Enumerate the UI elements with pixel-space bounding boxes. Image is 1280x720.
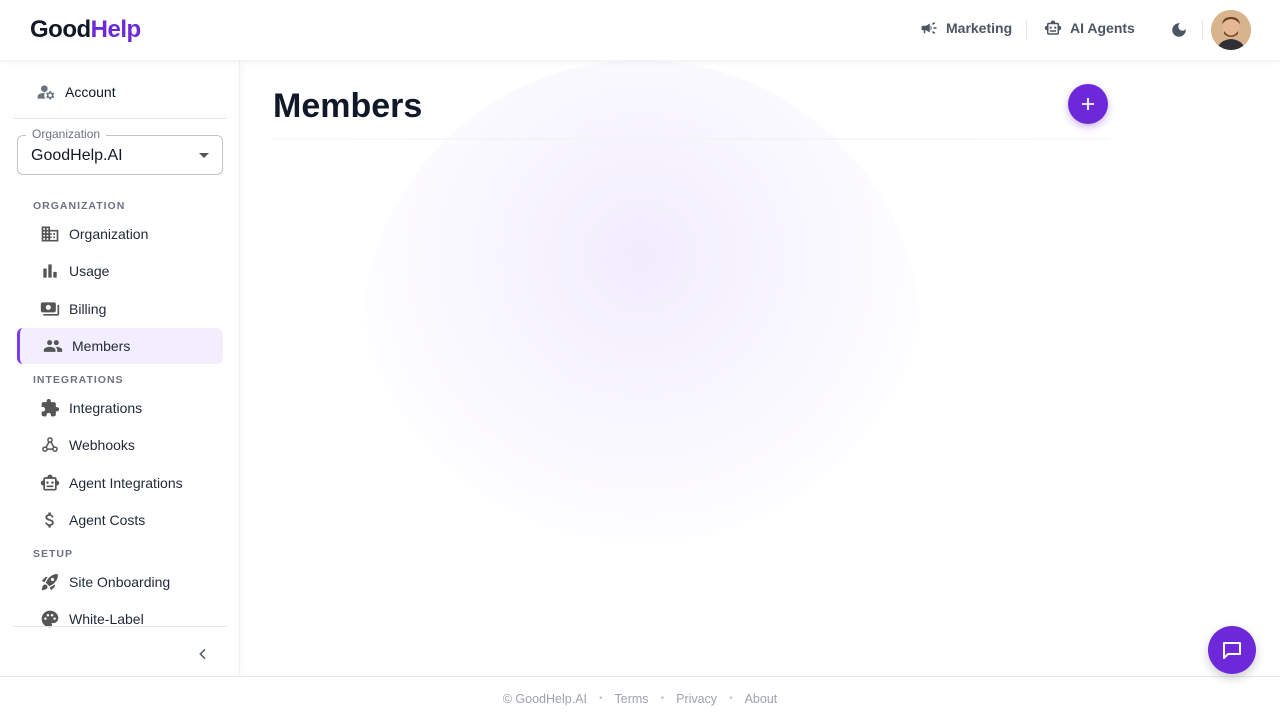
- plus-icon: [1082, 98, 1094, 110]
- sidebar-item-label: Agent Costs: [69, 512, 146, 528]
- sidebar-item-usage[interactable]: Usage: [40, 260, 109, 282]
- sidebar-divider: [13, 626, 227, 627]
- sidebar: Account Organization GoodHelp.AI ORGANIZ…: [0, 60, 240, 676]
- add-member-button[interactable]: [1068, 84, 1108, 124]
- sidebar-item-label: Webhooks: [69, 437, 135, 453]
- sidebar-item-billing[interactable]: Billing: [40, 298, 106, 320]
- megaphone-icon: [921, 22, 937, 34]
- robot-icon: [40, 474, 60, 491]
- puzzle-icon: [41, 398, 60, 417]
- logo-text-help: Help: [90, 16, 142, 43]
- sidebar-item-label: Agent Integrations: [69, 475, 183, 491]
- sidebar-item-site-onboarding[interactable]: Site Onboarding: [40, 571, 170, 593]
- organization-select-value: GoodHelp.AI: [31, 147, 123, 164]
- sidebar-item-label: Site Onboarding: [69, 574, 171, 590]
- robot-icon: [1044, 20, 1062, 35]
- chevron-left-icon: [199, 648, 206, 660]
- page-title: Members: [273, 87, 423, 125]
- chat-icon: [1223, 642, 1241, 659]
- moon-icon: [1172, 23, 1186, 37]
- logo-text-good: Good: [30, 16, 91, 43]
- sidebar-item-label: White-Label: [69, 611, 144, 627]
- caret-down-icon: [199, 153, 209, 158]
- section-title-organization: ORGANIZATION: [33, 200, 126, 212]
- nav-ai-agents[interactable]: AI Agents: [1044, 19, 1135, 37]
- nav-ai-agents-label: AI Agents: [1070, 20, 1135, 36]
- footer-link-privacy[interactable]: Privacy: [676, 692, 717, 706]
- sidebar-item-label: Members: [72, 338, 131, 354]
- sidebar-item-members[interactable]: Members: [17, 328, 223, 364]
- sidebar-item-agent-costs[interactable]: Agent Costs: [40, 509, 145, 531]
- section-title-integrations: INTEGRATIONS: [33, 374, 124, 386]
- sidebar-divider: [13, 118, 227, 119]
- sidebar-item-label: Billing: [69, 301, 107, 317]
- footer-separator: •: [660, 693, 665, 704]
- theme-toggle-button[interactable]: [1168, 19, 1190, 41]
- sidebar-item-account[interactable]: Account: [36, 82, 116, 102]
- top-header: GoodHelp Marketing AI Agents: [0, 0, 1280, 60]
- building-icon: [41, 226, 59, 242]
- user-avatar[interactable]: [1211, 10, 1251, 50]
- footer-separator: •: [599, 693, 603, 704]
- header-divider: [1202, 20, 1203, 40]
- billing-icon: [40, 302, 60, 316]
- sidebar-item-label: Organization: [69, 226, 149, 242]
- chat-widget-button[interactable]: [1208, 626, 1256, 674]
- webhook-icon: [42, 437, 58, 452]
- nav-marketing-label: Marketing: [946, 20, 1013, 36]
- footer-link-about[interactable]: About: [745, 692, 778, 706]
- rocket-icon: [41, 574, 58, 591]
- sidebar-item-webhooks[interactable]: Webhooks: [40, 434, 135, 456]
- organization-select-legend: Organization: [26, 127, 107, 141]
- goodhelp-logo[interactable]: GoodHelp: [30, 16, 141, 44]
- sidebar-item-integrations[interactable]: Integrations: [40, 397, 142, 419]
- collapse-sidebar-button[interactable]: [194, 645, 212, 663]
- bar-chart-icon: [43, 264, 57, 278]
- sidebar-item-organization[interactable]: Organization: [40, 223, 148, 245]
- user-settings-icon: [37, 85, 55, 100]
- organization-select[interactable]: Organization GoodHelp.AI: [17, 127, 223, 175]
- people-icon: [43, 340, 63, 352]
- background-glow: [361, 60, 921, 620]
- header-divider: [1026, 20, 1027, 40]
- footer-separator: •: [729, 693, 733, 704]
- sidebar-item-agent-integrations[interactable]: Agent Integrations: [40, 472, 183, 494]
- title-divider: [273, 138, 1109, 140]
- section-title-setup: SETUP: [33, 548, 74, 560]
- main-content: Members: [241, 60, 1280, 676]
- dollar-icon: [45, 512, 54, 528]
- sidebar-item-label: Integrations: [69, 400, 143, 416]
- nav-marketing[interactable]: Marketing: [920, 19, 1012, 37]
- footer-link-terms[interactable]: Terms: [615, 692, 649, 706]
- footer-copyright: © GoodHelp.AI: [502, 691, 588, 706]
- account-label: Account: [65, 84, 116, 100]
- footer: © GoodHelp.AI • Terms • Privacy • About: [0, 676, 1280, 720]
- sidebar-item-label: Usage: [69, 263, 110, 279]
